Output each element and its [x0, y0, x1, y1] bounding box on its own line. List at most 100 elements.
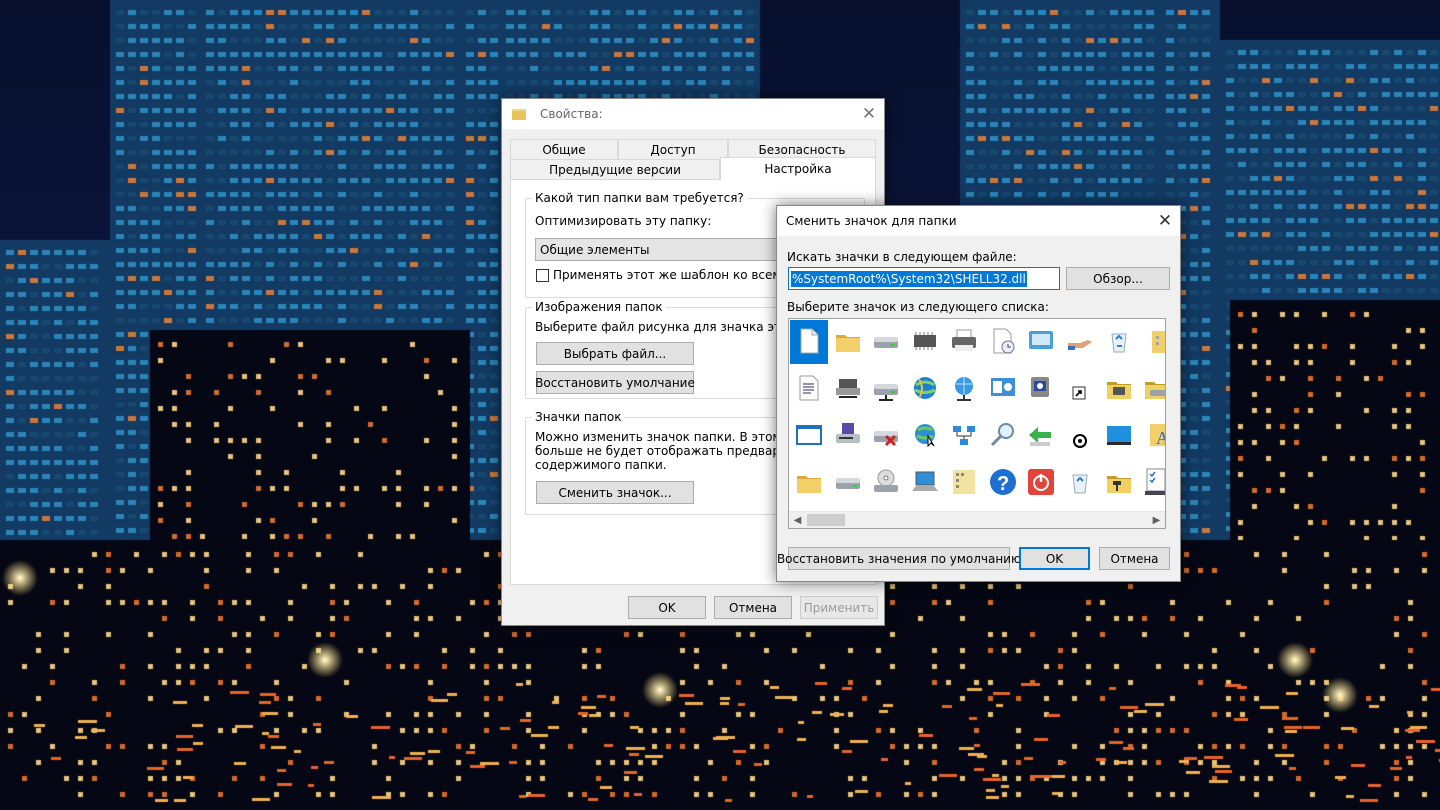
tab-general[interactable]: Общие — [510, 139, 618, 159]
icon-option-folder-partial-icon[interactable] — [1138, 320, 1165, 364]
icon-option-floppy-drive-icon[interactable] — [829, 414, 867, 458]
icon-option-folder-icon[interactable] — [829, 320, 867, 364]
recycle-empty-icon — [1065, 467, 1095, 500]
dialog-ok-button[interactable]: OK — [1019, 547, 1090, 570]
tab-sharing[interactable]: Доступ — [618, 139, 728, 159]
apply-template-checkbox[interactable] — [536, 269, 549, 282]
hand-share-icon — [1065, 326, 1095, 359]
icon-option-network-globe-icon[interactable] — [945, 367, 983, 411]
laptop-icon — [910, 467, 940, 500]
scroll-right-icon[interactable]: ▶ — [1148, 512, 1165, 528]
blank-document-icon — [794, 326, 824, 359]
icon-option-globe-cursor-icon[interactable] — [906, 414, 944, 458]
icon-option-chip-icon[interactable] — [906, 320, 944, 364]
tab-customize[interactable]: Настройка — [720, 157, 876, 180]
icon-option-recycle-empty-icon[interactable] — [1061, 461, 1099, 505]
ok-button[interactable]: OK — [628, 596, 706, 619]
globe-cursor-icon — [910, 420, 940, 453]
icon-option-magnifier-icon[interactable] — [984, 414, 1022, 458]
scroll-left-icon[interactable]: ◀ — [789, 512, 806, 528]
dialog-title: Сменить значок для папки — [786, 214, 957, 228]
folder-icons-legend: Значки папок — [532, 410, 625, 424]
icon-option-folder-drive-icon[interactable] — [1138, 367, 1165, 411]
close-icon[interactable]: ✕ — [1150, 206, 1180, 236]
icon-list[interactable]: ? A ◀ ▶ — [788, 318, 1166, 529]
icon-option-checklist-icon[interactable] — [1138, 461, 1165, 505]
icon-option-drive-icon[interactable] — [867, 320, 905, 364]
icon-option-help-icon[interactable]: ? — [984, 461, 1022, 505]
monitor-app-icon — [1026, 326, 1056, 359]
dialog-cancel-button[interactable]: Отмена — [1099, 547, 1170, 570]
icon-option-text-document-icon[interactable] — [790, 367, 828, 411]
horizontal-scrollbar[interactable]: ◀ ▶ — [789, 511, 1165, 528]
icon-option-laptop-icon[interactable] — [906, 461, 944, 505]
control-panel-icon — [988, 373, 1018, 406]
restore-defaults-button[interactable]: Восстановить значения по умолчанию — [777, 547, 1021, 570]
window-icon — [794, 420, 824, 453]
icon-option-shortcut-arrow-icon[interactable] — [1061, 367, 1099, 411]
browse-button[interactable]: Обзор... — [1066, 267, 1170, 290]
icon-option-network-printer-icon[interactable] — [829, 367, 867, 411]
icon-option-folder-settings-icon[interactable] — [1100, 367, 1138, 411]
icon-option-folder-tools-icon[interactable] — [1100, 461, 1138, 505]
properties-titlebar[interactable]: Свойства: ✕ — [502, 99, 884, 129]
icon-option-document-clock-icon[interactable] — [984, 320, 1022, 364]
power-icon — [1026, 467, 1056, 500]
svg-text:?: ? — [997, 473, 1009, 495]
close-icon[interactable]: ✕ — [854, 99, 884, 129]
icon-option-printer-icon[interactable] — [945, 320, 983, 364]
drive-icon — [871, 326, 901, 359]
icon-option-desktop-screen-icon[interactable] — [1100, 414, 1138, 458]
icon-option-font-folder-icon[interactable]: A — [1138, 414, 1165, 458]
folder-icon — [512, 108, 526, 120]
desktop-screen-icon — [1104, 420, 1134, 453]
icon-list-label: Выберите значок из следующего списка: — [787, 300, 1049, 314]
document-grid-icon — [949, 467, 979, 500]
printer-icon — [949, 326, 979, 359]
icon-option-recycle-bin-icon[interactable] — [1100, 320, 1138, 364]
network-drive-icon — [871, 373, 901, 406]
icon-option-power-icon[interactable] — [1022, 461, 1060, 505]
choose-file-button[interactable]: Выбрать файл... — [536, 342, 694, 365]
optimize-label: Оптимизировать эту папку: — [535, 214, 712, 228]
scroll-thumb[interactable] — [807, 514, 845, 526]
icon-option-globe-ie-icon[interactable] — [906, 367, 944, 411]
icon-file-path-input[interactable]: %SystemRoot%\System32\SHELL32.dll — [788, 267, 1060, 290]
document-clock-icon — [988, 326, 1018, 359]
icon-option-optical-drive-icon[interactable] — [829, 461, 867, 505]
tab-previous-versions[interactable]: Предыдущие версии — [510, 159, 720, 179]
change-icon-titlebar[interactable]: Сменить значок для папки ✕ — [777, 206, 1180, 236]
folder-partial-icon — [1142, 326, 1165, 359]
change-icon-button[interactable]: Сменить значок... — [536, 481, 694, 504]
icon-option-monitor-app-icon[interactable] — [1022, 320, 1060, 364]
icon-option-document-grid-icon[interactable] — [945, 461, 983, 505]
cancel-button[interactable]: Отмена — [714, 596, 792, 619]
icon-option-network-blocks-icon[interactable] — [945, 414, 983, 458]
change-icon-dialog: Сменить значок для папки ✕ Искать значки… — [776, 205, 1181, 582]
icon-option-folder-yellow-icon[interactable] — [790, 461, 828, 505]
font-folder-icon: A — [1142, 420, 1165, 453]
drive-remove-icon — [871, 420, 901, 453]
folder-icons-description-line3: содержимого папки. — [535, 458, 667, 472]
icon-option-network-drive-icon[interactable] — [867, 367, 905, 411]
icon-option-arrow-green-icon[interactable] — [1022, 414, 1060, 458]
folder-pictures-legend: Изображения папок — [532, 300, 666, 314]
folder-yellow-icon — [794, 467, 824, 500]
restore-default-button[interactable]: Восстановить умолчание — [535, 371, 695, 394]
icon-option-blank-document-icon[interactable] — [790, 320, 828, 364]
folder-drive-icon — [1142, 373, 1165, 406]
icon-option-cd-small-icon[interactable] — [1061, 414, 1099, 458]
shortcut-app-icon — [1026, 373, 1056, 406]
magnifier-icon — [988, 420, 1018, 453]
help-icon: ? — [988, 467, 1018, 500]
folder-icon — [833, 326, 863, 359]
icon-option-window-icon[interactable] — [790, 414, 828, 458]
icon-option-drive-remove-icon[interactable] — [867, 414, 905, 458]
tab-security[interactable]: Безопасность — [728, 139, 876, 159]
icon-option-control-panel-icon[interactable] — [984, 367, 1022, 411]
icon-option-cd-drive-icon[interactable] — [867, 461, 905, 505]
folder-type-legend: Какой тип папки вам требуется? — [532, 191, 747, 205]
apply-button[interactable]: Применить — [800, 596, 878, 619]
icon-option-shortcut-app-icon[interactable] — [1022, 367, 1060, 411]
icon-option-hand-share-icon[interactable] — [1061, 320, 1099, 364]
